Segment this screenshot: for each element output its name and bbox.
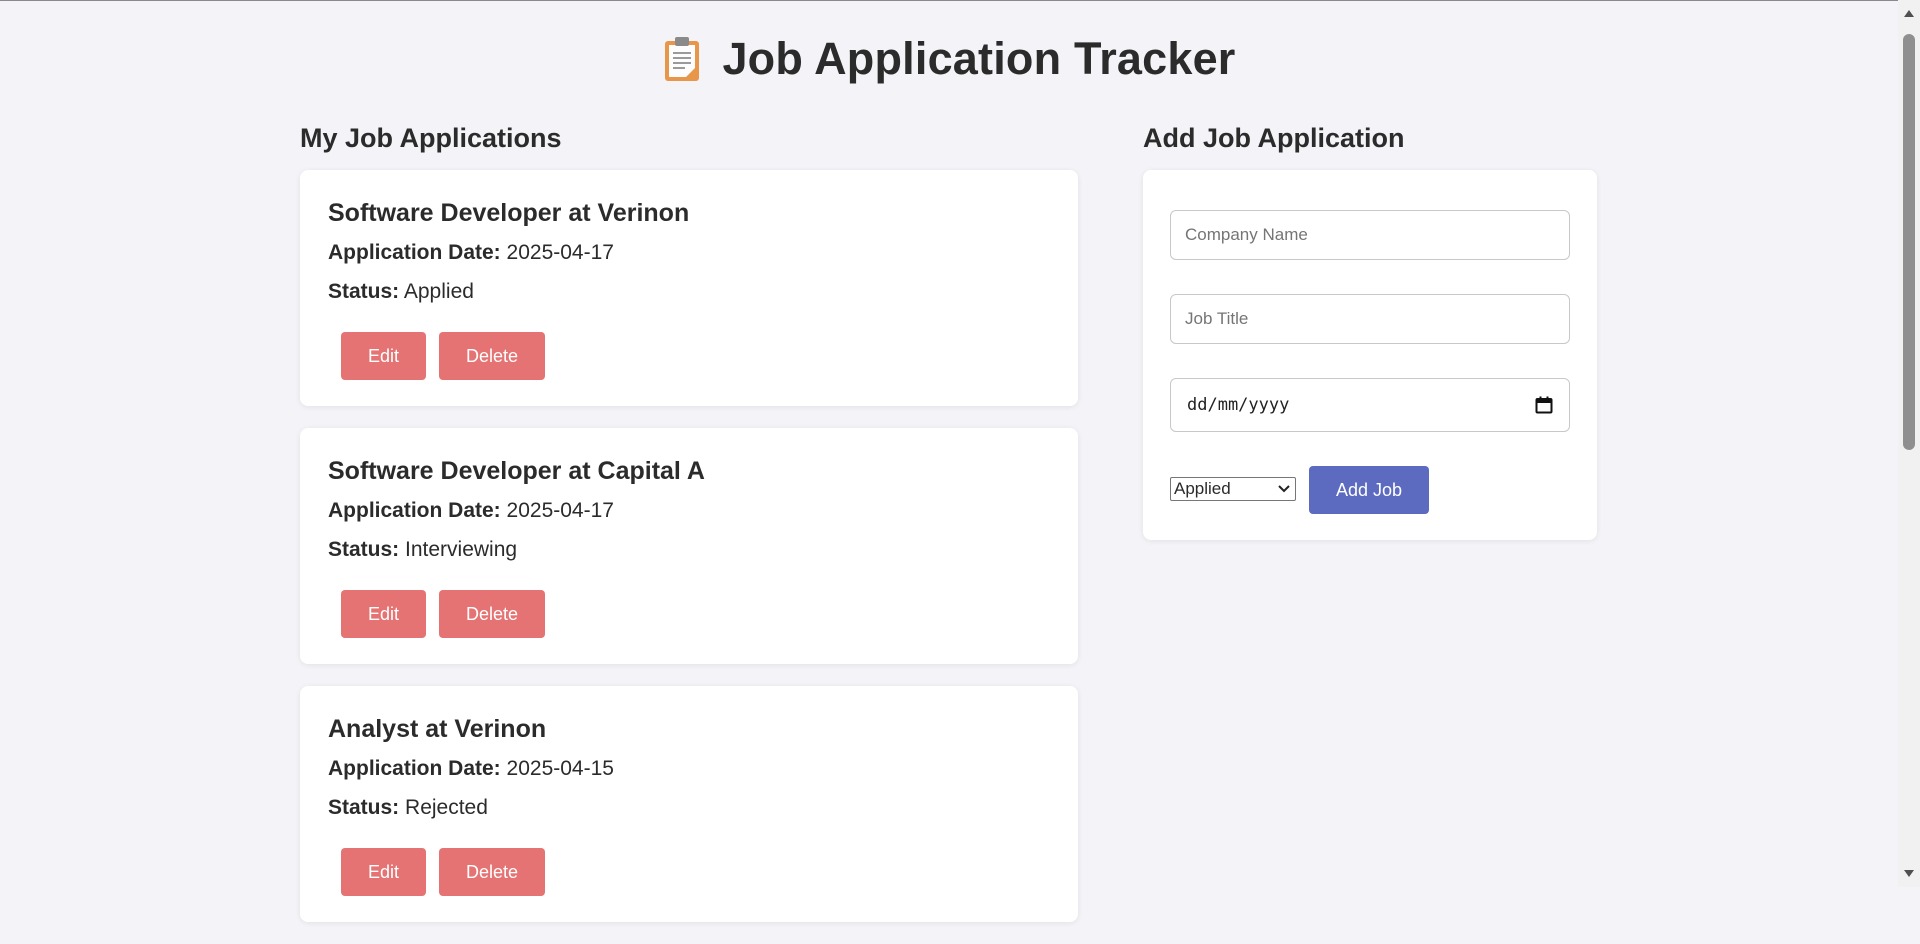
- job-actions: Edit Delete: [341, 590, 545, 638]
- date-label: Application Date:: [328, 241, 501, 264]
- status-value: Rejected: [405, 796, 488, 819]
- application-date-input[interactable]: dd/mm/yyyy: [1170, 378, 1570, 432]
- company-name-input[interactable]: [1170, 210, 1570, 260]
- date-placeholder: dd/mm/yyyy: [1187, 395, 1290, 415]
- job-status: Status: Interviewing: [328, 534, 1050, 566]
- date-label: Application Date:: [328, 499, 501, 522]
- status-label: Status:: [328, 796, 400, 819]
- scrollbar[interactable]: [1898, 0, 1920, 887]
- date-label: Application Date:: [328, 757, 501, 780]
- job-title-input[interactable]: [1170, 294, 1570, 344]
- add-job-button[interactable]: Add Job: [1309, 466, 1429, 514]
- job-title: Software Developer at Verinon: [328, 199, 690, 227]
- applications-heading: My Job Applications: [300, 123, 562, 153]
- scroll-down-arrow-icon[interactable]: [1903, 869, 1915, 879]
- top-border: [0, 0, 1898, 1]
- page-title: Job Application Tracker: [722, 33, 1236, 84]
- job-card: Software Developer at Capital A Applicat…: [300, 428, 1078, 664]
- job-date: Application Date: 2025-04-15: [328, 753, 1050, 785]
- job-status: Status: Applied: [328, 276, 1050, 308]
- edit-button[interactable]: Edit: [341, 332, 426, 380]
- job-card: Software Developer at Verinon Applicatio…: [300, 170, 1078, 406]
- scroll-thumb[interactable]: [1903, 34, 1915, 450]
- date-value: 2025-04-17: [506, 499, 614, 522]
- clipboard-icon: [665, 37, 700, 81]
- status-label: Status:: [328, 280, 400, 303]
- scroll-up-arrow-icon[interactable]: [1903, 8, 1915, 18]
- status-label: Status:: [328, 538, 400, 561]
- delete-button[interactable]: Delete: [439, 848, 545, 896]
- page-header: Job Application Tracker: [0, 30, 1898, 88]
- add-job-form: dd/mm/yyyy Applied Add Job: [1143, 170, 1597, 540]
- status-select-value: Applied: [1174, 479, 1231, 498]
- chevron-down-icon: [1278, 485, 1290, 493]
- date-value: 2025-04-15: [506, 757, 614, 780]
- job-date: Application Date: 2025-04-17: [328, 495, 1050, 527]
- status-value: Applied: [403, 280, 474, 303]
- job-date: Application Date: 2025-04-17: [328, 237, 1050, 269]
- delete-button[interactable]: Delete: [439, 590, 545, 638]
- job-actions: Edit Delete: [341, 848, 545, 896]
- add-application-heading: Add Job Application: [1143, 123, 1405, 153]
- job-status: Status: Rejected: [328, 792, 1050, 824]
- edit-button[interactable]: Edit: [341, 848, 426, 896]
- status-select[interactable]: Applied: [1170, 477, 1296, 501]
- status-value: Interviewing: [405, 538, 518, 561]
- job-actions: Edit Delete: [341, 332, 545, 380]
- calendar-icon[interactable]: [1535, 396, 1553, 414]
- delete-button[interactable]: Delete: [439, 332, 545, 380]
- page: Job Application Tracker My Job Applicati…: [0, 0, 1898, 922]
- date-value: 2025-04-17: [506, 241, 614, 264]
- job-title: Analyst at Verinon: [328, 715, 547, 743]
- edit-button[interactable]: Edit: [341, 590, 426, 638]
- job-list: Software Developer at Verinon Applicatio…: [300, 170, 1078, 944]
- job-title: Software Developer at Capital A: [328, 457, 705, 485]
